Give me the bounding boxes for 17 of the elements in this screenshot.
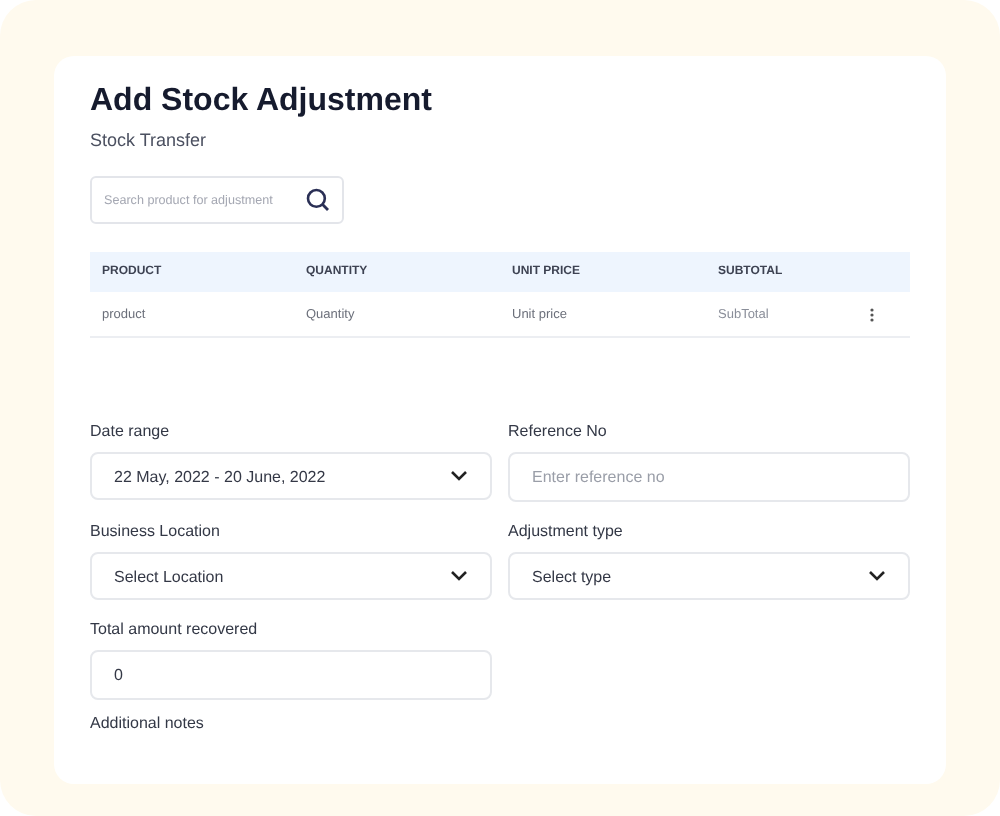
field-label: Date range [90,422,172,442]
input-field[interactable]: Enter reference no [508,452,910,502]
search-icon [306,188,330,212]
chevron-down-icon [450,570,468,582]
field-label: Additional notes [90,714,206,734]
input-field[interactable]: 0 [90,650,492,700]
field-label: Business Location [90,522,222,542]
page-subtitle: Stock Transfer [90,130,209,150]
field-label: Total amount recovered [90,620,260,640]
chevron-down-icon [868,570,886,582]
select-dropdown[interactable]: Select type [508,552,910,600]
field-label: Reference No [508,422,609,442]
page-title: Add Stock Adjustment [90,82,434,122]
field-label: Adjustment type [508,522,625,542]
chevron-down-icon [450,470,468,482]
select-dropdown[interactable]: Select Location [90,552,492,600]
select-dropdown[interactable]: 22 May, 2022 - 20 June, 2022 [90,452,492,500]
